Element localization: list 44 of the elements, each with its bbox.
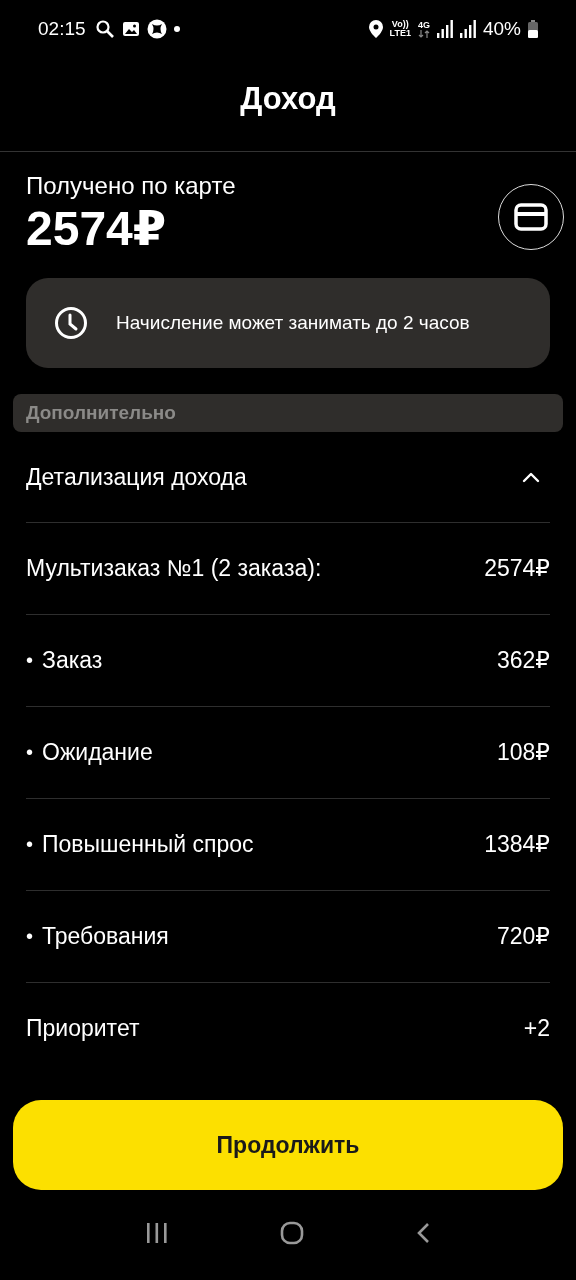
notification-dot-icon <box>173 26 180 32</box>
item-label: Повышенный спрос <box>42 831 254 858</box>
amount-value: +2 <box>523 1015 550 1042</box>
volte-label: Vo)) <box>391 20 409 29</box>
bullet: • <box>26 925 33 948</box>
clock-icon <box>54 306 88 340</box>
data-arrows-icon <box>417 29 430 38</box>
battery-icon <box>528 20 538 38</box>
details-toggle[interactable]: Детализация дохода <box>26 432 550 522</box>
item-label: Требования <box>42 923 169 950</box>
amount-value: 2574₽ <box>484 555 550 582</box>
network-label: 4G <box>417 20 430 30</box>
details-title: Детализация дохода <box>26 463 247 491</box>
amount-value: 1384₽ <box>484 831 550 858</box>
amount-value: 362₽ <box>497 647 550 674</box>
section-title: Дополнительно <box>26 402 176 424</box>
continue-button[interactable]: Продолжить <box>13 1100 563 1190</box>
battery-percent: 40% <box>482 18 521 40</box>
bullet: • <box>26 741 33 764</box>
signal-icon <box>436 20 453 38</box>
lte-label: LTE1 <box>389 29 411 38</box>
image-icon <box>121 20 140 38</box>
back-icon <box>416 1222 430 1244</box>
item-label: Ожидание <box>42 739 153 766</box>
signal-icon <box>459 20 476 38</box>
search-icon <box>94 19 115 39</box>
chevron-up-icon <box>522 471 540 483</box>
notice-text: Начисление может занимать до 2 часов <box>116 312 470 334</box>
total-label: Мультизаказ №1 (2 заказа): <box>26 555 322 582</box>
received-label: Получено по карте <box>26 172 236 200</box>
home-icon <box>280 1221 304 1245</box>
app-notification-icon <box>146 19 167 39</box>
item-label: Заказ <box>42 647 103 674</box>
location-icon <box>368 20 383 38</box>
received-amount: 2574₽ <box>26 201 168 257</box>
bullet: • <box>26 833 33 856</box>
page-title: Доход <box>240 80 336 118</box>
recent-apps-icon <box>146 1223 168 1243</box>
credit-card-icon <box>514 203 548 231</box>
bullet: • <box>26 649 33 672</box>
amount-value: 720₽ <box>497 923 550 950</box>
clock-time: 02:15 <box>38 18 86 40</box>
amount-value: 108₽ <box>497 739 550 766</box>
total-label: Приоритет <box>26 1015 140 1042</box>
